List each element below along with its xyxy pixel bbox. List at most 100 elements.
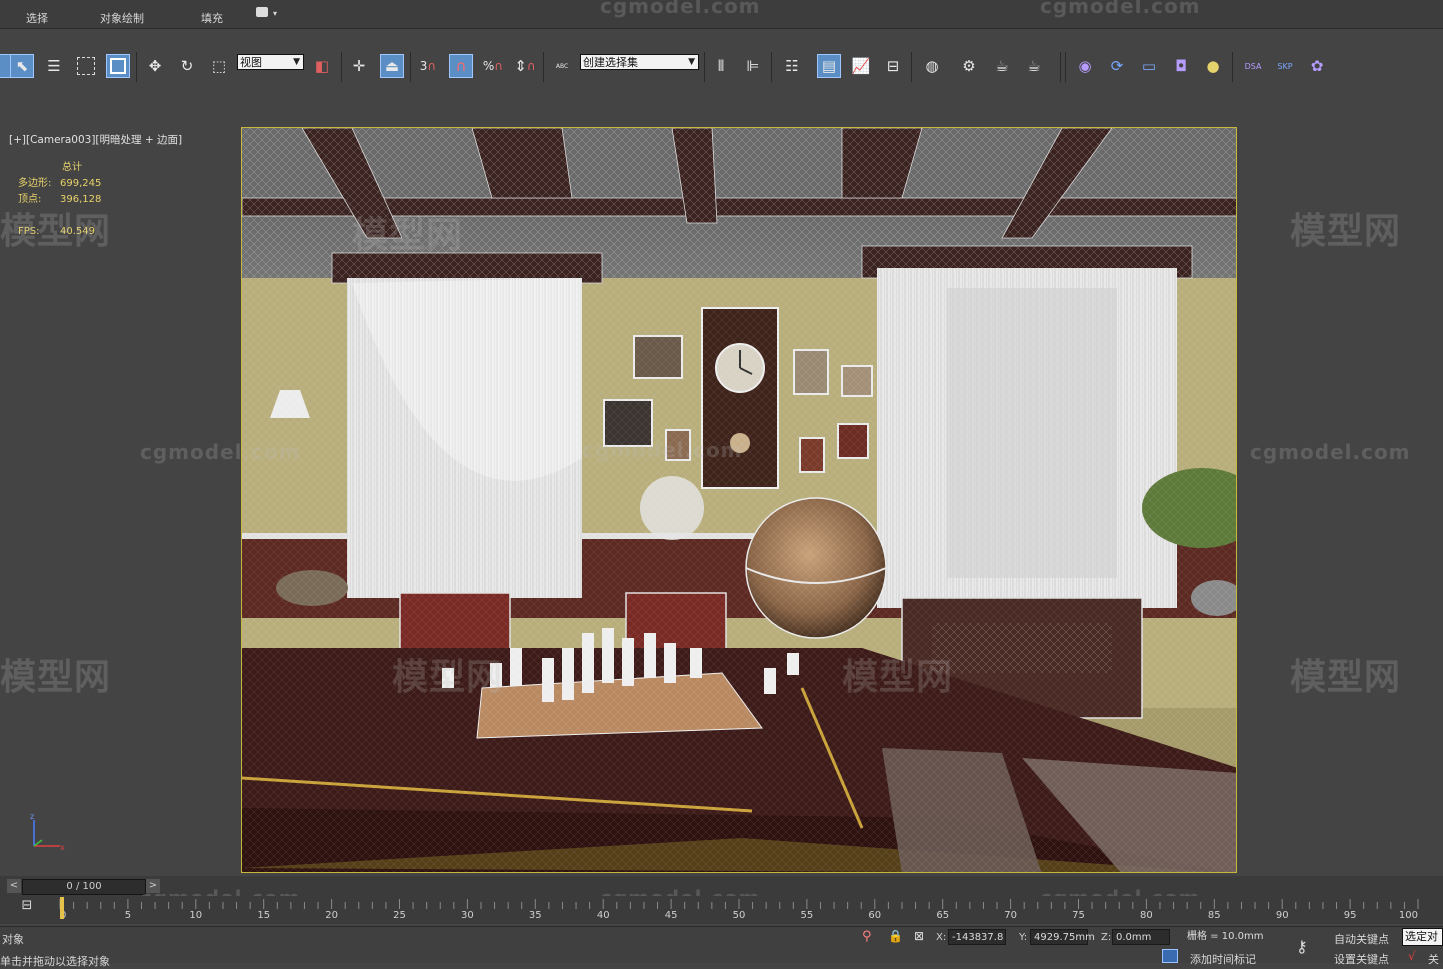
named-selection-value: 创建选择集 [583, 56, 638, 69]
material-editor-icon[interactable]: ◍ [920, 54, 944, 78]
prompt-line: 单击并拖动以选择对象 [0, 955, 110, 968]
absolute-mode-icon[interactable]: ⊠ [914, 929, 924, 943]
ruler-tick-label: 80 [1140, 910, 1153, 921]
named-selection-dropdown[interactable]: 创建选择集 ▼ [580, 54, 699, 70]
y-coordinate-field[interactable]: 4929.75mm [1030, 929, 1095, 945]
snap-toggle-icon[interactable]: 3 ∩ [416, 54, 440, 78]
align-icon[interactable]: ⊫ [741, 54, 765, 78]
time-slider[interactable]: 0 / 100 [22, 879, 146, 895]
menu-item-object-paint[interactable]: 对象绘制 [100, 10, 144, 26]
x-coordinate-field[interactable]: -143837.8 [948, 929, 1006, 945]
render-setup-icon[interactable]: ⚙ [957, 54, 981, 78]
z-coordinate-field[interactable]: 0.0mm [1112, 929, 1170, 945]
settings-icon[interactable]: ✿ [1305, 54, 1329, 78]
scene-explorer-icon[interactable]: ▤ [817, 54, 841, 78]
auto-key-button[interactable]: 自动关键点 [1334, 931, 1389, 947]
select-by-name-icon[interactable]: ☰ [42, 54, 66, 78]
time-slider-next-button[interactable]: > [146, 879, 160, 893]
window-crossing-icon[interactable] [106, 54, 130, 78]
selection-filter-dropdown[interactable]: 选定对象 [1402, 928, 1443, 946]
ruler-tick-label: 25 [393, 910, 406, 921]
x-label: X: [936, 932, 947, 943]
snap-label: 3 [419, 59, 428, 73]
mirror-icon[interactable]: ⫴ [709, 54, 733, 78]
select-manipulate-icon[interactable]: ✛ [347, 54, 371, 78]
ruler-tick-label: 50 [733, 910, 746, 921]
status-bar: 对象 单击并拖动以选择对象 ⚲ 🔒 ⊠ X: -143837.8 Y: 4929… [0, 926, 1443, 968]
ruler-tick-label: 35 [529, 910, 542, 921]
spinner-snap-icon[interactable]: ⇕ ∩ [513, 54, 537, 78]
ruler-tick-label: 100 [1399, 910, 1418, 921]
time-tag-icon[interactable] [1162, 949, 1178, 963]
set-key-button[interactable]: 设置关键点 [1334, 951, 1389, 967]
ruler-tick-label: 55 [801, 910, 814, 921]
reference-coordinate-dropdown[interactable]: 视图 ▼ [237, 54, 304, 70]
ruler-tick-label: 75 [1072, 910, 1085, 921]
move-icon[interactable]: ✥ [143, 54, 167, 78]
key-filter-curve-icon[interactable]: √ [1408, 949, 1416, 963]
rendered-frame-icon[interactable]: ☕ [990, 54, 1014, 78]
rectangular-selection-icon[interactable] [74, 54, 98, 78]
selection-status: 对象 [2, 933, 24, 946]
polys-label: 多边形: [18, 178, 52, 189]
verts-label: 顶点: [18, 194, 42, 205]
add-time-tag[interactable]: 添加时间标记 [1190, 951, 1256, 967]
ruler-tick-label: 15 [257, 910, 270, 921]
camera-viewport[interactable]: 模型网 cgmodel.com 模型网 模型网 [241, 127, 1237, 873]
edit-named-selection-icon[interactable]: ABC [550, 54, 574, 78]
select-object-icon[interactable]: ⬉ [10, 54, 34, 78]
layer-explorer-icon[interactable]: ☷ [780, 54, 804, 78]
angle-snap-icon[interactable]: ∩ [449, 54, 473, 78]
current-frame-marker[interactable] [60, 897, 64, 919]
ribbon-toggle-icon[interactable] [256, 7, 268, 17]
lock-icon[interactable]: 🔒 [888, 929, 903, 943]
schematic-view-icon[interactable]: ⊟ [881, 54, 905, 78]
stats-title: 总计 [62, 162, 82, 173]
ruler-tick-label: 40 [597, 910, 610, 921]
key-filters-label: 关 [1428, 953, 1439, 966]
render-icon[interactable]: ☕ [1022, 54, 1046, 78]
isolate-icon[interactable]: ⚲ [862, 929, 872, 944]
ruler-tick-label: 45 [665, 910, 678, 921]
chevron-down-icon[interactable]: ▾ [273, 9, 277, 18]
viewport-label[interactable]: [+][Camera003][明暗处理 + 边面] [9, 132, 182, 147]
y-label: Y: [1019, 932, 1028, 943]
verts-value: 396,128 [60, 194, 102, 205]
viewport-render [242, 128, 1236, 872]
plugin-icon[interactable]: ◉ [1073, 54, 1097, 78]
named-selection-label: ABC [555, 62, 569, 70]
mini-curve-editor-icon[interactable]: ⊟ [16, 898, 38, 918]
ruler-tick-label: 20 [325, 910, 338, 921]
ruler-tick-label: 60 [868, 910, 881, 921]
light-icon[interactable]: ● [1201, 54, 1225, 78]
reference-coordinate-value: 视图 [240, 56, 262, 69]
screenshot-icon[interactable]: ◘ [1169, 54, 1193, 78]
statistics-overlay: 总计 多边形: 699,245 顶点: 396,128 FPS: 40.549 [18, 160, 101, 240]
refresh-icon[interactable]: ⟳ [1105, 54, 1129, 78]
ruler-tick-label: 70 [1004, 910, 1017, 921]
axis-gizmo: z x [30, 812, 65, 852]
dsa-icon[interactable]: DSA [1241, 54, 1265, 78]
scale-icon[interactable]: ⬚ [207, 54, 231, 78]
curve-editor-icon[interactable]: 📈 [849, 54, 873, 78]
percent-snap-icon[interactable]: % ∩ [481, 54, 505, 78]
keyboard-shortcut-icon[interactable]: ⏏ [380, 54, 404, 78]
menu-item-populate[interactable]: 填充 [201, 10, 223, 26]
ruler-tick-label: 30 [461, 910, 474, 921]
rotate-icon[interactable]: ↻ [175, 54, 199, 78]
menu-item-select[interactable]: 选择 [26, 10, 48, 26]
camera-icon[interactable]: ▭ [1137, 54, 1161, 78]
skp-icon[interactable]: SKP [1273, 54, 1297, 78]
percent-snap-label: % [482, 59, 495, 73]
time-slider-prev-button[interactable]: < [7, 879, 21, 893]
ruler-tick-label: 95 [1344, 910, 1357, 921]
ruler-tick-label: 5 [125, 910, 131, 921]
menu-bar: 选择 对象绘制 填充 ▾ [0, 0, 1443, 29]
key-mode-icon[interactable]: ⚷ [1296, 937, 1308, 956]
axis-x-label: x [60, 843, 65, 852]
z-label: Z: [1101, 932, 1112, 943]
pivot-center-icon[interactable]: ◧ [310, 54, 334, 78]
chevron-down-icon: ▼ [293, 57, 300, 67]
frame-ruler[interactable]: 0510152025303540455055606570758085909510… [58, 897, 1438, 921]
ruler-tick-label: 90 [1276, 910, 1289, 921]
